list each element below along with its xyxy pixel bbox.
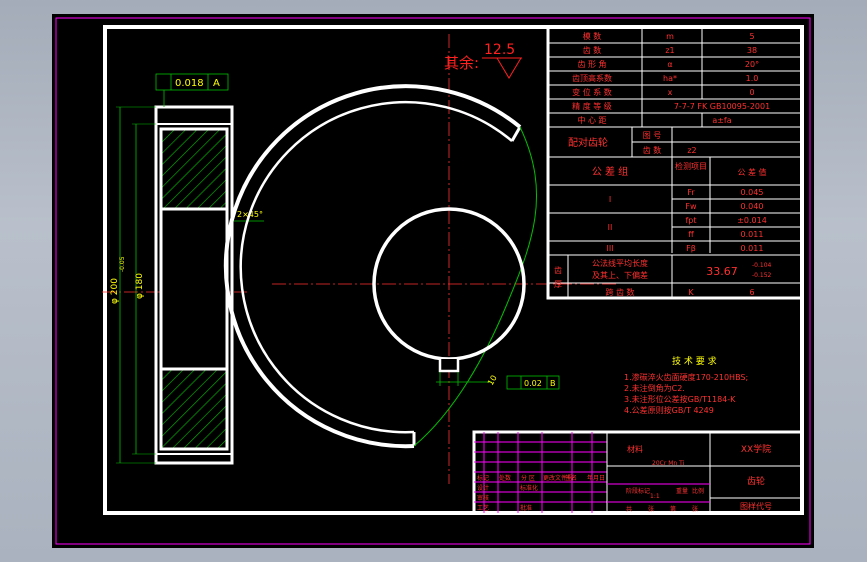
keyway-datum-text: B [550,379,556,388]
title-sheet: 第 [670,505,676,513]
thickness-desc: 公法线平均长度 [592,258,648,268]
tech-req-item: 1.渗碳淬火齿面硬度170-210HBS; [624,372,748,382]
tol-item: Fw [685,202,697,211]
outer-diameter-text: φ 200 [110,278,120,304]
title-scale: 比例 [692,487,704,495]
param-value: 38 [747,46,757,55]
title-approve: 批准 [520,504,532,512]
tol-value: ±0.014 [737,216,767,225]
bore-diameter-text: φ 180 [135,273,145,299]
mating-row-value: z2 [687,146,696,155]
rev-label: 处数 [499,474,511,482]
title-design: 设计 [477,484,489,492]
param-value: 7-7-7 FK GB10095-2001 [674,102,770,111]
mating-label: 配对齿轮 [568,136,608,149]
title-scale-value: 1:1 [650,493,660,500]
tol-item: fpt [685,216,696,225]
title-school: XX学院 [741,443,771,455]
param-symbol: m [666,32,674,41]
tol-item: ff [688,230,694,239]
title-sheet: 共 [626,505,632,513]
keyway-width-text: 10 [486,374,499,387]
param-name: 齿 形 角 [577,59,606,69]
mating-row-label: 齿 数 [643,145,662,155]
rev-label: 年月日 [587,474,605,482]
tech-req-title: 技 术 要 求 [672,355,717,367]
tol-item: Fr [687,188,695,197]
tech-req-item: 3.未注形位公差按GB/T1184-K [624,394,736,404]
thickness-value: 33.67 [706,265,738,278]
keyway-tolerance-text: 0.02 [524,379,542,388]
param-symbol: ha* [663,74,677,83]
title-part-name: 齿轮 [747,475,765,487]
param-value: 5 [749,32,754,41]
title-material-note: 20Cr Mn Ti [652,460,685,467]
tech-req-item: 4.公差原则按GB/T 4249 [624,405,714,415]
tol-value: 0.011 [741,244,764,253]
rev-label: 标记 [477,474,489,482]
span-value: 6 [749,288,754,297]
front-view [223,34,617,484]
title-standardize: 标准化 [520,484,538,492]
tech-req-item: 2.未注倒角为C2. [624,383,685,393]
tol-group-name: III [606,244,613,253]
tol-header: 检测项目 [675,161,707,171]
thickness-upper: -0.104 [752,262,772,269]
span-label: 跨 齿 数 [605,287,634,297]
param-value: 20° [745,60,759,69]
thickness-lower: -0.152 [752,272,772,279]
param-symbol: α [667,60,672,69]
parameter-table: 模 数 m 5 齿 数 z1 38 齿 形 角 α 20° 齿顶高系数 ha* 1.0 变 位 系 数 x… [546,25,804,300]
title-review: 审核 [477,494,489,502]
surface-finish-value: 12.5 [484,42,515,58]
tol-item: Fβ [686,244,696,253]
param-name: 中 心 距 [577,115,606,125]
tol-group-name: II [608,223,613,232]
tol-value: 0.045 [741,188,764,197]
surface-finish-label: 其余: [444,54,479,72]
thickness-side-label: 厚 [554,280,562,289]
param-name: 齿顶高系数 [572,73,612,83]
span-symbol: K [688,288,694,297]
param-name: 变 位 系 数 [572,87,612,97]
rev-label: 分 区 [521,474,535,482]
title-drawing-no: 图样代号 [740,501,772,511]
param-value: 1.0 [746,74,759,83]
tol-header: 公 差 组 [592,165,628,178]
param-name: 精 度 等 级 [572,101,612,111]
tol-header: 公 差 值 [737,167,766,177]
title-sheet: 张 [692,505,698,513]
outer-diameter-tol-text: -0.05 [119,256,126,272]
drawing-canvas[interactable]: 0.018 A φ 200 -0.05 φ 180 2×45° 10 0.02 … [52,14,814,548]
tol-value: 0.011 [741,230,764,239]
title-material: 材料 [627,444,643,454]
thickness-side-label: 齿 [554,266,562,275]
param-name: 模 数 [583,31,602,41]
runout-datum-text: A [213,78,220,89]
param-name: 齿 数 [583,45,602,55]
title-sheet: 张 [648,505,654,513]
tech-req-list: 1.渗碳淬火齿面硬度170-210HBS;2.未注倒角为C2.3.未注形位公差按… [624,372,748,415]
title-block: 材料20Cr Mn TiXX学院齿轮图样代号标记 处数分 区更改文件号签名 年月日设… [472,430,804,515]
param-value: 0 [749,88,754,97]
param-value: a±fa [712,116,731,125]
title-process: 工艺 [477,504,489,512]
rev-label: 签名 [565,474,577,482]
param-symbol: x [668,88,673,97]
title-stage: 阶段标记 [626,487,650,495]
param-symbol: z1 [665,46,674,55]
tol-group-name: I [609,195,611,204]
title-weight: 重量 [676,487,688,495]
cad-drawing: 0.018 A φ 200 -0.05 φ 180 2×45° 10 0.02 … [55,17,811,545]
mating-row-label: 图 号 [643,131,662,140]
thickness-desc: 及其上、下偏差 [592,270,648,280]
runout-tolerance-text: 0.018 [175,78,204,89]
tol-value: 0.040 [741,202,764,211]
